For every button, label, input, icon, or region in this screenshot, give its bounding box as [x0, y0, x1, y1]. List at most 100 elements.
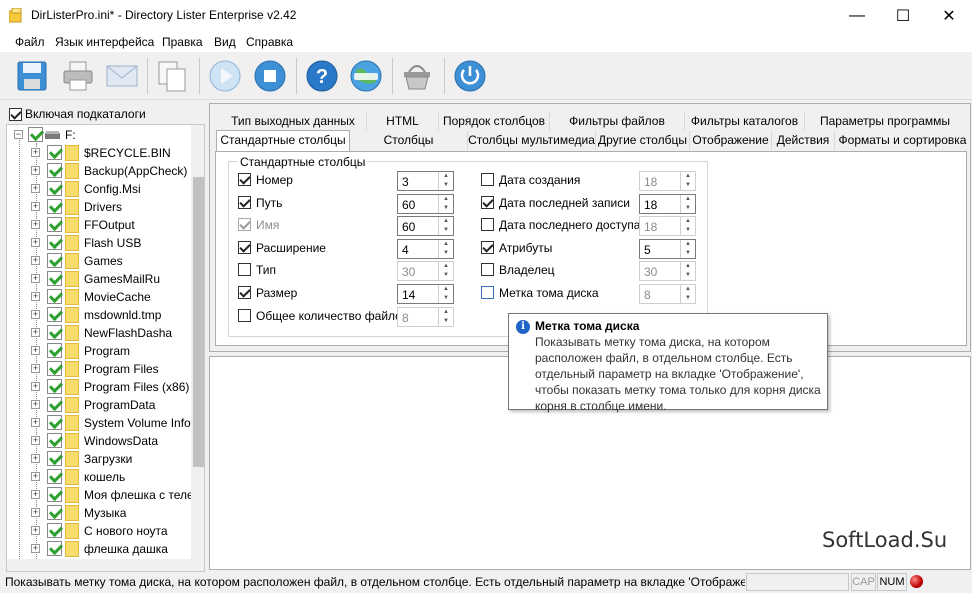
- spin-down-icon[interactable]: ▼: [439, 271, 453, 280]
- spin-down-icon[interactable]: ▼: [681, 249, 695, 258]
- drive-checkbox[interactable]: [28, 127, 43, 142]
- play-icon[interactable]: [207, 58, 243, 94]
- width-spinner[interactable]: 5 ▲ ▼: [639, 238, 696, 259]
- column-option[interactable]: Размер: [238, 283, 408, 303]
- expand-icon[interactable]: +: [31, 148, 40, 157]
- collapse-icon[interactable]: −: [14, 130, 23, 139]
- folder-checkbox[interactable]: [47, 271, 62, 286]
- column-option[interactable]: Общее количество файлов: [238, 306, 408, 326]
- column-option[interactable]: Путь: [238, 193, 408, 213]
- title-bar[interactable]: DirListerPro.ini* - Directory Lister Ent…: [0, 0, 972, 31]
- folder-checkbox[interactable]: [47, 325, 62, 340]
- width-spinner[interactable]: 30 ▲ ▼: [397, 261, 454, 282]
- folder-node[interactable]: + WindowsData: [7, 432, 197, 450]
- save-icon[interactable]: [14, 58, 50, 94]
- column-option[interactable]: Дата создания: [481, 170, 651, 190]
- folder-node[interactable]: + флешка дашка: [7, 540, 197, 558]
- column-option[interactable]: Владелец: [481, 260, 651, 280]
- column-option[interactable]: Метка тома диска: [481, 283, 651, 303]
- folder-checkbox[interactable]: [47, 433, 62, 448]
- column-checkbox[interactable]: [238, 218, 251, 232]
- folder-node[interactable]: + ProgramData: [7, 396, 197, 414]
- tab-column-order[interactable]: Порядок столбцов: [439, 112, 550, 131]
- width-spinner[interactable]: 30 ▲ ▼: [639, 261, 696, 282]
- spin-up-icon[interactable]: ▲: [439, 172, 453, 181]
- spin-up-icon[interactable]: ▲: [439, 195, 453, 204]
- folder-node[interactable]: + Загрузки: [7, 450, 197, 468]
- folder-checkbox[interactable]: [47, 217, 62, 232]
- folder-checkbox[interactable]: [47, 199, 62, 214]
- folder-node[interactable]: + Музыка: [7, 504, 197, 522]
- column-option[interactable]: Дата последнего доступа: [481, 215, 651, 235]
- width-spinner[interactable]: 14 ▲ ▼: [397, 284, 454, 304]
- stop-icon[interactable]: [252, 58, 288, 94]
- folder-node[interactable]: + Config.Msi: [7, 180, 197, 198]
- tab-program-settings[interactable]: Параметры программы: [805, 112, 965, 131]
- width-spinner[interactable]: 18 ▲ ▼: [639, 193, 696, 214]
- folder-node[interactable]: + Program Files: [7, 360, 197, 378]
- tab-document-columns[interactable]: Столбцы документов: [350, 131, 468, 165]
- spin-up-icon[interactable]: ▲: [681, 262, 695, 271]
- spin-up-icon[interactable]: ▲: [439, 240, 453, 249]
- column-checkbox[interactable]: [481, 240, 494, 254]
- include-subfolders-checkbox[interactable]: [9, 108, 22, 121]
- column-checkbox[interactable]: [238, 263, 251, 277]
- column-option[interactable]: Расширение: [238, 238, 408, 258]
- spin-up-icon[interactable]: ▲: [681, 217, 695, 226]
- tab-standard-columns[interactable]: Стандартные столбцы: [216, 130, 350, 151]
- column-checkbox[interactable]: [481, 218, 494, 232]
- column-option[interactable]: Имя: [238, 215, 408, 235]
- spin-down-icon[interactable]: ▼: [681, 294, 695, 303]
- width-spinner[interactable]: 60 ▲ ▼: [397, 193, 454, 214]
- spin-up-icon[interactable]: ▲: [439, 285, 453, 294]
- width-spinner[interactable]: 18 ▲ ▼: [639, 216, 696, 237]
- folder-node[interactable]: + Program: [7, 342, 197, 360]
- expand-icon[interactable]: +: [31, 220, 40, 229]
- menu-file[interactable]: Файл: [15, 35, 45, 49]
- spin-down-icon[interactable]: ▼: [439, 249, 453, 258]
- spin-up-icon[interactable]: ▲: [681, 195, 695, 204]
- spin-down-icon[interactable]: ▼: [439, 294, 453, 303]
- width-spinner[interactable]: 3 ▲ ▼: [397, 171, 454, 191]
- folder-node[interactable]: + MovieCache: [7, 288, 197, 306]
- expand-icon[interactable]: +: [31, 436, 40, 445]
- folder-node[interactable]: + Моя флешка с телеф: [7, 486, 204, 504]
- expand-icon[interactable]: +: [31, 292, 40, 301]
- print-icon[interactable]: [60, 58, 96, 94]
- expand-icon[interactable]: +: [31, 400, 40, 409]
- spin-down-icon[interactable]: ▼: [439, 317, 453, 326]
- spin-down-icon[interactable]: ▼: [439, 204, 453, 213]
- spin-down-icon[interactable]: ▼: [681, 181, 695, 190]
- width-spinner[interactable]: 8 ▲ ▼: [397, 306, 454, 327]
- folder-node[interactable]: + $RECYCLE.BIN: [7, 144, 197, 162]
- folder-node[interactable]: + System Volume Inform: [7, 414, 204, 432]
- column-checkbox[interactable]: [481, 173, 494, 186]
- expand-icon[interactable]: +: [31, 310, 40, 319]
- expand-icon[interactable]: +: [31, 490, 40, 499]
- expand-icon[interactable]: +: [31, 202, 40, 211]
- column-option[interactable]: Дата последней записи: [481, 193, 651, 213]
- menu-help[interactable]: Справка: [246, 35, 293, 49]
- expand-icon[interactable]: +: [31, 346, 40, 355]
- column-option[interactable]: Номер: [238, 170, 408, 190]
- spin-up-icon[interactable]: ▲: [681, 240, 695, 249]
- drive-node[interactable]: − F:: [7, 126, 197, 144]
- folder-node[interactable]: + NewFlashDasha: [7, 324, 197, 342]
- tab-formats-sorting[interactable]: Форматы и сортировка: [835, 131, 970, 150]
- spin-down-icon[interactable]: ▼: [681, 204, 695, 213]
- tab-folder-filters[interactable]: Фильтры каталогов: [685, 112, 805, 131]
- column-checkbox[interactable]: [481, 195, 494, 209]
- folder-node[interactable]: + кошель: [7, 468, 197, 486]
- folder-node[interactable]: + msdownld.tmp: [7, 306, 197, 324]
- column-checkbox[interactable]: [238, 308, 251, 322]
- width-spinner[interactable]: 8 ▲ ▼: [639, 284, 696, 304]
- expand-icon[interactable]: +: [31, 544, 40, 553]
- menu-language[interactable]: Язык интерфейса: [55, 35, 154, 49]
- spin-up-icon[interactable]: ▲: [439, 262, 453, 271]
- folder-tree[interactable]: − F: + $RECYCLE.BIN + Backup(AppCheck) + Conf…: [6, 124, 205, 572]
- tab-file-filters[interactable]: Фильтры файлов: [550, 112, 685, 131]
- folder-checkbox[interactable]: [47, 487, 62, 502]
- column-option[interactable]: Атрибуты: [481, 238, 651, 258]
- folder-checkbox[interactable]: [47, 343, 62, 358]
- column-checkbox[interactable]: [238, 286, 251, 299]
